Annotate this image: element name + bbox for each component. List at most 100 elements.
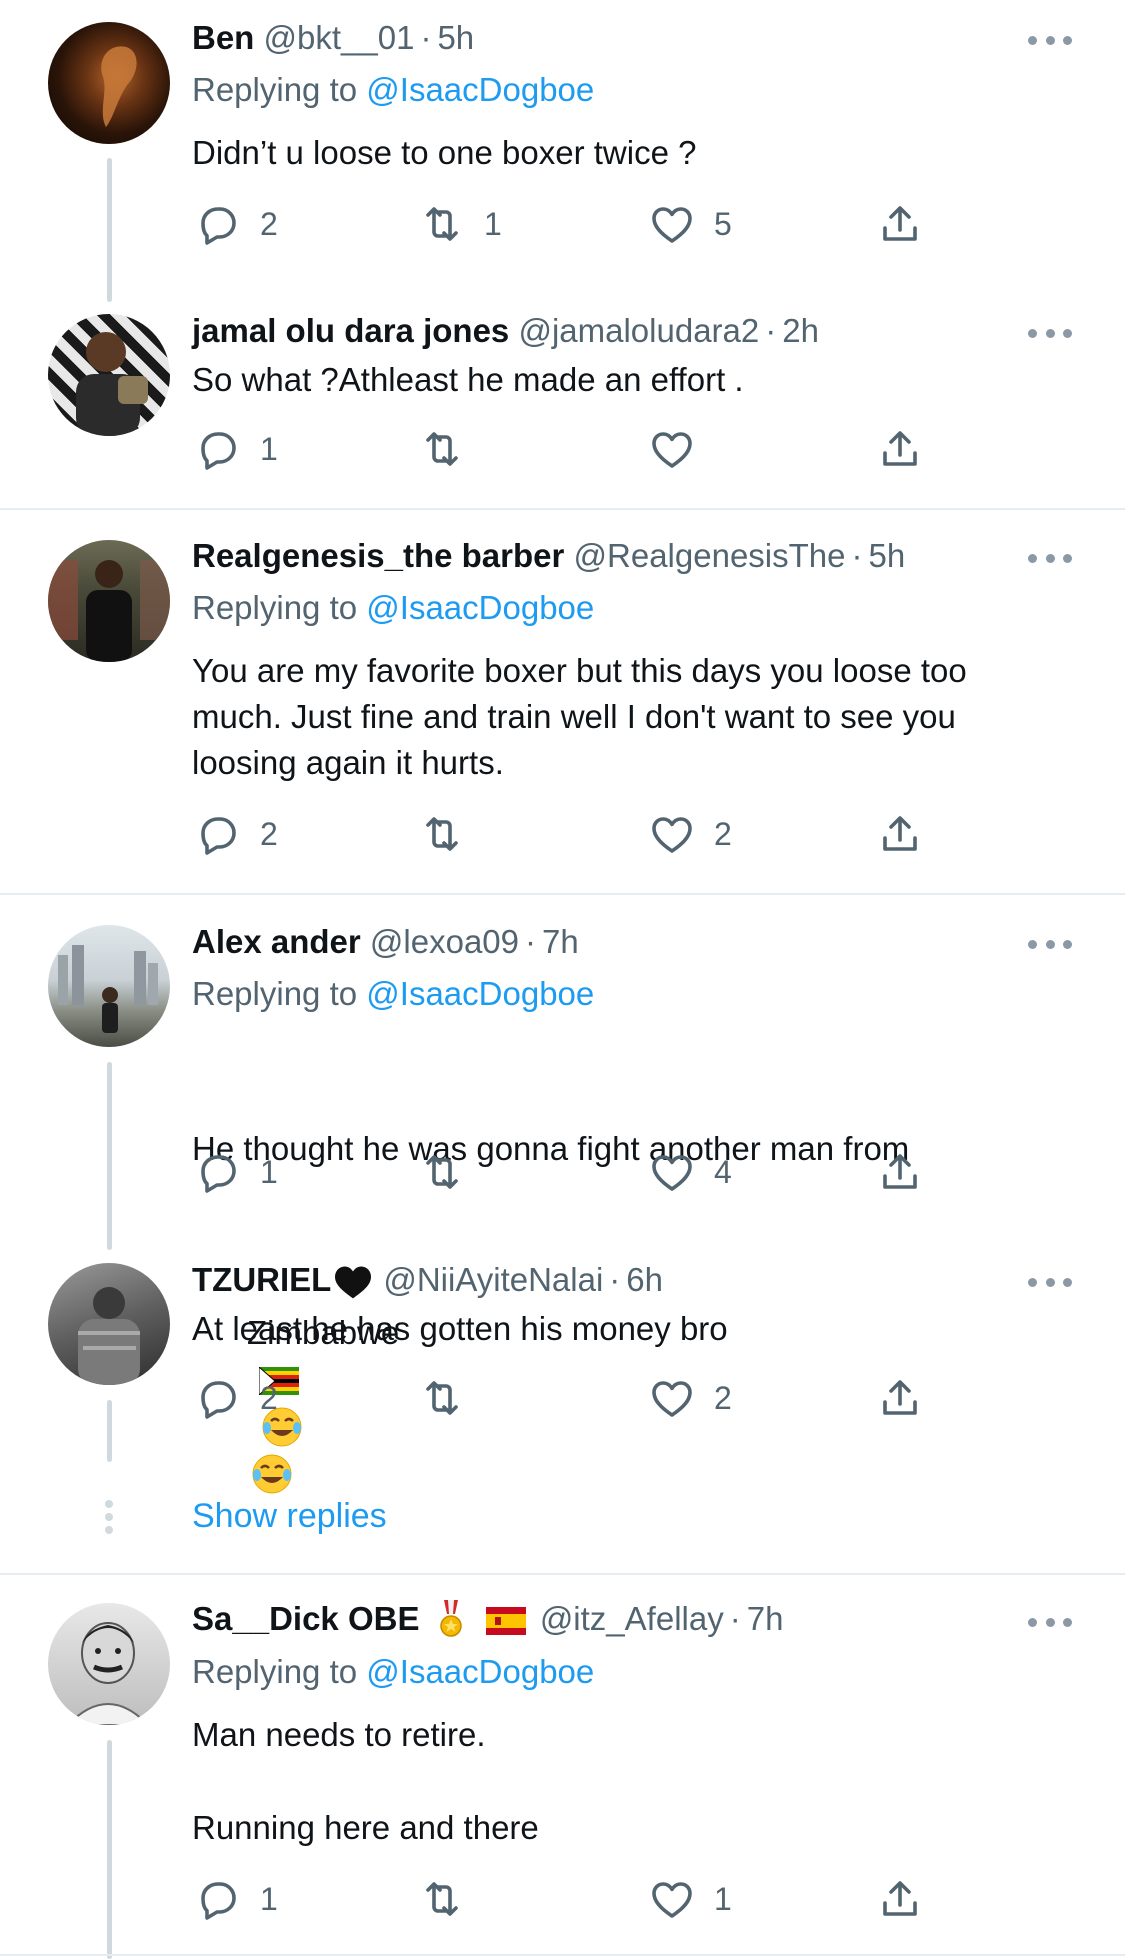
handle[interactable]: @bkt__01	[264, 19, 415, 56]
avatar[interactable]	[48, 540, 170, 662]
retweet-count: 1	[484, 205, 502, 242]
handle[interactable]: @RealgenesisThe	[574, 537, 846, 574]
spain-flag-icon	[485, 1607, 526, 1636]
more-options-icon[interactable]	[1028, 326, 1072, 340]
reply-icon	[201, 432, 236, 470]
retweet-button[interactable]	[418, 808, 484, 860]
replying-to-link[interactable]: @IsaacDogboe	[366, 975, 594, 1012]
tweet-header: jamal olu dara jones @jamaloludara2 · 2h	[192, 309, 819, 353]
reply-button[interactable]: 2	[194, 1372, 278, 1424]
reply-icon	[201, 1882, 236, 1920]
like-button[interactable]: 4	[648, 1146, 732, 1198]
more-options-icon[interactable]	[1028, 937, 1072, 951]
share-icon	[883, 1881, 917, 1916]
display-name[interactable]: jamal olu dara jones	[192, 312, 509, 349]
like-count: 2	[714, 1379, 732, 1416]
replying-to: Replying to @IsaacDogboe	[192, 1650, 594, 1694]
avatar[interactable]	[48, 1263, 170, 1385]
heart-icon	[652, 1381, 692, 1417]
retweet-button[interactable]	[418, 1372, 484, 1424]
avatar[interactable]	[48, 22, 170, 144]
like-button[interactable]: 5	[648, 198, 732, 250]
tweet-text-line: Running here and there	[192, 1809, 539, 1846]
tweet-text-line: Man needs to retire.	[192, 1716, 486, 1753]
share-icon	[883, 1380, 917, 1415]
retweet-button[interactable]	[418, 1146, 484, 1198]
handle[interactable]: @NiiAyiteNalai	[383, 1261, 603, 1298]
share-button[interactable]	[876, 1873, 924, 1925]
heart-icon	[652, 207, 692, 243]
like-count: 5	[714, 205, 732, 242]
retweet-button[interactable]	[418, 1873, 484, 1925]
display-name[interactable]: TZURIEL	[192, 1261, 331, 1298]
more-options-icon[interactable]	[1028, 33, 1072, 47]
avatar[interactable]	[48, 925, 170, 1047]
reply-count: 2	[260, 815, 278, 852]
retweet-button[interactable]: 1	[418, 198, 502, 250]
display-name[interactable]: Alex ander	[192, 923, 361, 960]
share-icon	[883, 431, 917, 466]
display-name[interactable]: Sa__Dick OBE	[192, 1600, 419, 1637]
reply-count: 1	[260, 1153, 278, 1190]
handle[interactable]: @lexoa09	[370, 923, 519, 960]
handle[interactable]: @jamaloludara2	[518, 312, 759, 349]
military-medal-icon	[439, 1600, 462, 1638]
display-name[interactable]: Realgenesis_the barber	[192, 537, 564, 574]
retweet-button[interactable]	[418, 423, 484, 475]
separator: ·	[525, 923, 537, 960]
handle[interactable]: @itz_Afellay	[540, 1600, 724, 1637]
reply-icon	[201, 207, 236, 245]
show-replies-link[interactable]: Show replies	[192, 1494, 387, 1538]
divider	[0, 893, 1125, 895]
share-button[interactable]	[876, 1372, 924, 1424]
reply-button[interactable]: 1	[194, 1146, 278, 1198]
replying-to-link[interactable]: @IsaacDogboe	[366, 71, 594, 108]
timestamp[interactable]: 5h	[437, 19, 474, 56]
more-options-icon[interactable]	[1028, 551, 1072, 565]
reply-button[interactable]: 2	[194, 808, 278, 860]
avatar[interactable]	[48, 314, 170, 436]
timestamp[interactable]: 6h	[626, 1261, 663, 1298]
thread-line	[107, 1062, 112, 1250]
thread-line	[107, 1740, 112, 1959]
retweet-icon	[426, 207, 458, 241]
replying-to-link[interactable]: @IsaacDogboe	[366, 589, 594, 626]
share-button[interactable]	[876, 423, 924, 475]
heart-icon	[652, 432, 692, 468]
reply-button[interactable]: 2	[194, 198, 278, 250]
like-button[interactable]: 2	[648, 1372, 732, 1424]
tweet-text: At least he has gotten his money bro	[192, 1310, 728, 1347]
tweet-text-line: He thought he was gonna fight another ma…	[192, 1130, 910, 1167]
timestamp[interactable]: 2h	[782, 312, 819, 349]
share-button[interactable]	[876, 808, 924, 860]
separator: ·	[609, 1261, 621, 1298]
like-button[interactable]	[648, 423, 714, 475]
replying-to: Replying to @IsaacDogboe	[192, 68, 594, 112]
like-count: 4	[714, 1153, 732, 1190]
reply-button[interactable]: 1	[194, 423, 278, 475]
retweet-icon	[426, 1882, 458, 1916]
reply-button[interactable]: 1	[194, 1873, 278, 1925]
share-button[interactable]	[876, 198, 924, 250]
thread-line	[107, 1400, 112, 1462]
reply-count: 2	[260, 1379, 278, 1416]
share-button[interactable]	[876, 1146, 924, 1198]
more-options-icon[interactable]	[1028, 1615, 1072, 1629]
tweet-text: You are my favorite boxer but this days …	[192, 652, 967, 781]
heart-icon	[652, 1882, 692, 1918]
timestamp[interactable]: 7h	[542, 923, 579, 960]
tweet-text: Didn’t u loose to one boxer twice ?	[192, 134, 697, 171]
like-button[interactable]: 2	[648, 808, 732, 860]
display-name[interactable]: Ben	[192, 19, 254, 56]
like-button[interactable]: 1	[648, 1873, 732, 1925]
separator: ·	[851, 537, 863, 574]
like-count: 2	[714, 815, 732, 852]
avatar[interactable]	[48, 1603, 170, 1725]
more-options-icon[interactable]	[1028, 1275, 1072, 1289]
timestamp[interactable]: 7h	[747, 1600, 784, 1637]
reply-icon	[201, 817, 236, 855]
timestamp[interactable]: 5h	[869, 537, 906, 574]
divider	[0, 508, 1125, 510]
replying-to: Replying to @IsaacDogboe	[192, 972, 594, 1016]
replying-to-link[interactable]: @IsaacDogboe	[366, 1653, 594, 1690]
